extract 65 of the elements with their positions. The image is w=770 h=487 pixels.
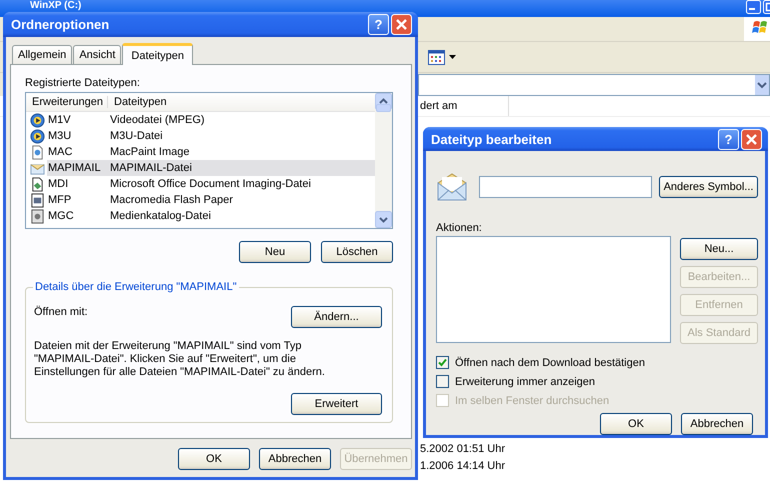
- checkbox[interactable]: [436, 375, 449, 388]
- window-title: Ordneroptionen: [11, 17, 110, 32]
- extension-cell[interactable]: MGC: [47, 209, 106, 223]
- extension-cell[interactable]: MAC: [47, 145, 106, 159]
- button[interactable]: OK: [178, 448, 250, 470]
- actions-label: Aktionen:: [436, 222, 483, 234]
- button[interactable]: Abbrechen: [259, 448, 331, 470]
- column-header[interactable]: Dateitypen: [108, 96, 167, 108]
- catalog-file-icon: [30, 208, 45, 224]
- image-file-icon: [30, 144, 45, 160]
- close-icon[interactable]: [391, 14, 412, 35]
- group-title: Details über die Erweiterung "MAPIMAIL": [33, 281, 239, 293]
- scroll-down-icon[interactable]: [375, 211, 392, 228]
- file-type-cell[interactable]: Medienkatalog-Datei: [106, 208, 375, 224]
- tab[interactable]: Allgemein: [12, 45, 72, 64]
- input-field[interactable]: [479, 176, 652, 198]
- file-type-cell[interactable]: Microsoft Office Document Imaging-Datei: [106, 176, 375, 192]
- disc-icon: [30, 112, 45, 128]
- file-type-cell[interactable]: M3U-Datei: [106, 128, 375, 144]
- advanced-button[interactable]: Erweitert: [291, 393, 382, 415]
- column-header[interactable]: dert am: [420, 96, 509, 116]
- date-cell-text: 1.2006 14:14 Uhr: [420, 459, 506, 474]
- button[interactable]: Neu: [239, 241, 311, 263]
- description-text: Dateien mit der Erweiterung "MAPIMAIL" sind vom Typ "MAPIMAIL-Datei". Klicken Sie auf "Erweitert", um die Einstellungen für alle Dateien "MAPIMAIL-Datei" zu ändern.: [34, 340, 326, 379]
- file-type-cell[interactable]: Videodatei (MPEG): [106, 112, 375, 128]
- button[interactable]: Abbrechen: [681, 413, 753, 435]
- file-type-cell[interactable]: MAPIMAIL-Datei: [106, 160, 375, 176]
- extension-cell[interactable]: MFP: [47, 193, 106, 207]
- address-field[interactable]: [418, 74, 770, 96]
- button[interactable]: Löschen: [321, 241, 393, 263]
- change-button[interactable]: Ändern...: [291, 306, 382, 328]
- views-icon[interactable]: [428, 50, 445, 64]
- file-type-cell[interactable]: Macromedia Flash Paper: [106, 192, 375, 208]
- checkbox-label[interactable]: Erweiterung immer anzeigen: [455, 376, 596, 388]
- change-icon-button[interactable]: Anderes Symbol...: [659, 176, 758, 198]
- checkbox-label[interactable]: Öffnen nach dem Download bestätigen: [455, 356, 645, 368]
- scroll-thumb[interactable]: [376, 104, 391, 112]
- tab[interactable]: Ansicht: [73, 45, 122, 64]
- checkbox[interactable]: [436, 356, 449, 369]
- extension-cell[interactable]: M3U: [47, 129, 106, 143]
- open-with-label: Öffnen mit:: [34, 306, 88, 318]
- scrollbar[interactable]: [375, 93, 392, 228]
- flash-file-icon: [30, 192, 45, 208]
- file-type-list[interactable]: Erweiterungen Dateitypen M1V Videodatei (MPEG) M3U M3U-Datei MAC MacPaint Image MAPIMAIL MAPIMAIL-Datei MDI Microsoft Office Document Imaging-Datei MFP Macromedia Flash Paper MGC Medienkatalog-Datei: [25, 92, 393, 229]
- disc-icon: [30, 128, 45, 144]
- window-title: WinXP (C:): [30, 0, 82, 11]
- windows-logo-icon: [744, 17, 770, 41]
- extension-cell[interactable]: MDI: [47, 177, 106, 191]
- tab[interactable]: Dateitypen: [122, 43, 193, 65]
- date-cell-text: 5.2002 01:51 Uhr: [420, 442, 506, 457]
- list-label: Registrierte Dateitypen:: [25, 77, 141, 89]
- dropdown-icon[interactable]: [755, 74, 769, 94]
- document-icon: [30, 176, 45, 192]
- minimize-icon[interactable]: [746, 0, 761, 14]
- file-type-cell[interactable]: MacPaint Image: [106, 144, 375, 160]
- close-icon[interactable]: [741, 128, 762, 150]
- extension-cell[interactable]: MAPIMAIL: [47, 161, 106, 175]
- envelope-icon[interactable]: [436, 171, 468, 203]
- column-header[interactable]: Erweiterungen: [26, 96, 108, 108]
- actions-list[interactable]: [436, 236, 671, 343]
- extension-cell[interactable]: M1V: [47, 113, 106, 127]
- button[interactable]: OK: [600, 413, 672, 435]
- caret-icon[interactable]: [449, 54, 456, 60]
- button[interactable]: Neu...: [680, 238, 758, 260]
- window-title: Dateityp bearbeiten: [431, 132, 553, 146]
